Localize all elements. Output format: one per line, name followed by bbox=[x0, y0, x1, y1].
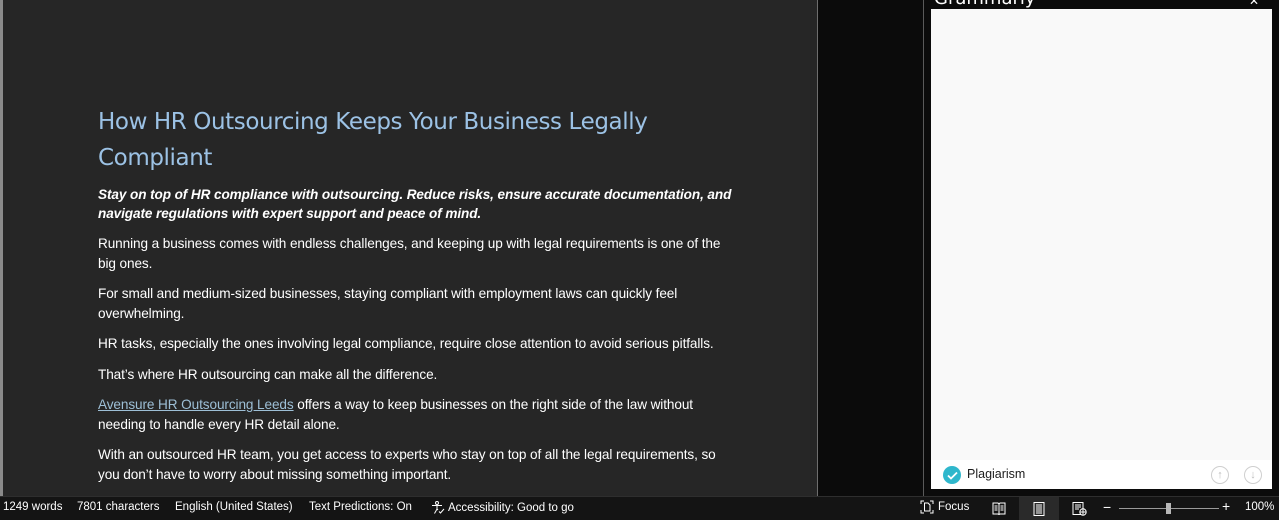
book-icon bbox=[992, 502, 1006, 515]
character-count[interactable]: 7801 characters bbox=[77, 501, 159, 513]
accessibility-checker[interactable]: Accessibility: Good to go bbox=[431, 501, 574, 515]
paragraph[interactable]: Running a business comes with endless ch… bbox=[98, 234, 738, 273]
text-predictions-toggle[interactable]: Text Predictions: On bbox=[309, 501, 412, 513]
close-icon[interactable]: ✕ bbox=[1249, 0, 1259, 8]
word-window: How HR Outsourcing Keeps Your Business L… bbox=[0, 0, 1279, 520]
paragraph[interactable]: That’s where HR outsourcing can make all… bbox=[98, 365, 738, 385]
grammarly-footer: Plagiarism ↑ ↓ bbox=[931, 460, 1272, 489]
focus-mode-button[interactable]: Focus bbox=[920, 500, 969, 514]
avensure-link[interactable]: Avensure HR Outsourcing Leeds bbox=[98, 397, 294, 412]
status-bar: 1249 words 7801 characters English (Unit… bbox=[0, 496, 1279, 520]
zoom-out-button[interactable]: − bbox=[1103, 499, 1111, 515]
grammarly-pane: Grammarly ✕ Plagiarism ↑ ↓ bbox=[924, 0, 1279, 496]
paragraph-with-link[interactable]: Avensure HR Outsourcing Leeds offers a w… bbox=[98, 395, 738, 434]
paragraph[interactable]: For small and medium-sized businesses, s… bbox=[98, 284, 738, 323]
document-canvas[interactable]: How HR Outsourcing Keeps Your Business L… bbox=[0, 0, 818, 496]
arrow-down-icon[interactable]: ↓ bbox=[1244, 466, 1262, 484]
check-circle-icon bbox=[943, 466, 961, 484]
read-mode-button[interactable] bbox=[979, 497, 1019, 520]
plagiarism-button[interactable]: Plagiarism bbox=[967, 467, 1025, 481]
focus-label: Focus bbox=[938, 501, 970, 513]
document-title[interactable]: How HR Outsourcing Keeps Your Business L… bbox=[98, 104, 738, 176]
language-indicator[interactable]: English (United States) bbox=[175, 501, 293, 513]
zoom-in-button[interactable]: + bbox=[1222, 498, 1230, 514]
accessibility-label: Accessibility: Good to go bbox=[448, 502, 574, 514]
web-layout-button[interactable] bbox=[1059, 497, 1099, 520]
paragraph[interactable]: HR tasks, especially the ones involving … bbox=[98, 334, 738, 354]
document-subtitle[interactable]: Stay on top of HR compliance with outsou… bbox=[98, 185, 738, 223]
web-layout-icon bbox=[1072, 501, 1087, 516]
grammarly-content bbox=[931, 9, 1272, 460]
accessibility-icon bbox=[432, 501, 445, 514]
paragraph[interactable]: With an outsourced HR team, you get acce… bbox=[98, 445, 738, 484]
word-count[interactable]: 1249 words bbox=[3, 501, 62, 513]
print-layout-button[interactable] bbox=[1019, 497, 1059, 520]
zoom-level[interactable]: 100% bbox=[1245, 501, 1274, 513]
page-content: How HR Outsourcing Keeps Your Business L… bbox=[98, 104, 738, 496]
page-icon bbox=[1033, 501, 1045, 516]
focus-icon bbox=[920, 500, 934, 514]
zoom-slider-thumb[interactable] bbox=[1166, 503, 1171, 514]
arrow-up-icon[interactable]: ↑ bbox=[1211, 466, 1229, 484]
pane-title: Grammarly bbox=[934, 0, 1036, 9]
window-gap bbox=[818, 0, 923, 496]
